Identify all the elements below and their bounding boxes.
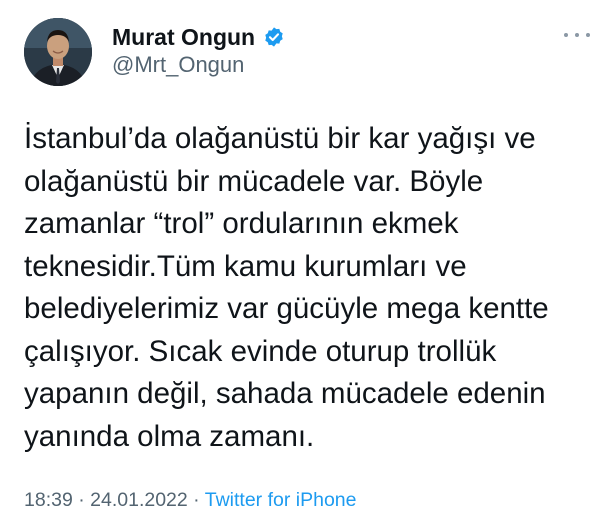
- tweet-line: çalışıyor. Sıcak evinde oturup trollük: [24, 334, 497, 368]
- tweet-metadata: 18:39 · 24.01.2022 · Twitter for iPhone: [24, 488, 356, 512]
- author-handle[interactable]: @Mrt_Ongun: [112, 52, 244, 78]
- display-name[interactable]: Murat Ongun: [112, 24, 255, 50]
- tweet-line: zamanlar “trol” ordularının ekmek: [24, 207, 459, 240]
- tweet-source-link[interactable]: Twitter for iPhone: [205, 489, 357, 511]
- author-name-row: Murat Ongun: [112, 24, 285, 50]
- tweet-date[interactable]: 24.01.2022: [90, 489, 188, 511]
- tweet-text: İstanbul’da olağanüstü bir kar yağışı ve…: [24, 118, 599, 458]
- more-dot: [564, 33, 568, 37]
- avatar[interactable]: [24, 18, 92, 86]
- tweet-card: Murat Ongun @Mrt_Ongun İstanbul’da olağa…: [0, 0, 616, 513]
- tweet-line: yanında olma zamanı.: [24, 419, 315, 453]
- tweet-line: belediyelerimiz var gücüyle mega kentte: [24, 292, 549, 325]
- tweet-time[interactable]: 18:39: [24, 489, 73, 511]
- tweet-line: teknesidir.Tüm kamu kurumları ve: [24, 249, 467, 283]
- more-dot: [575, 33, 579, 37]
- tweet-line: İstanbul’da olağanüstü bir kar yağışı ve: [24, 122, 536, 155]
- meta-separator: ·: [187, 489, 205, 511]
- more-options-icon[interactable]: [564, 28, 590, 42]
- verified-badge-icon: [263, 26, 285, 48]
- tweet-line: yapanın değil, sahada mücadele edenin: [24, 377, 546, 410]
- profile-photo: [24, 18, 92, 86]
- more-dot: [586, 33, 590, 37]
- meta-separator: ·: [72, 489, 91, 511]
- tweet-line: olağanüstü bir mücadele var. Böyle: [24, 164, 484, 198]
